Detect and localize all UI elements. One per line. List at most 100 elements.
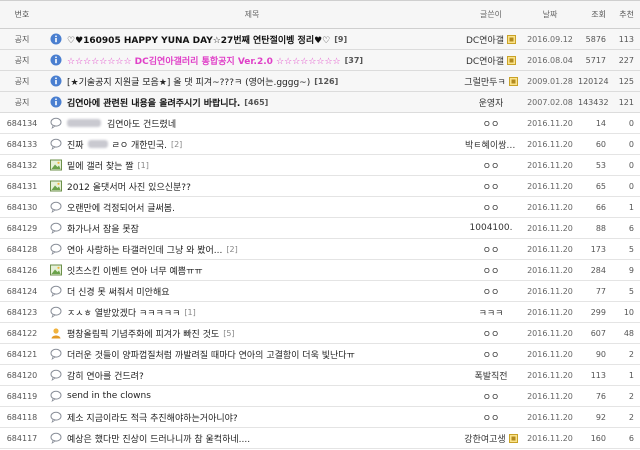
writer-nickname[interactable]: 1004100. xyxy=(470,223,513,233)
speech-bubble-icon xyxy=(50,201,62,213)
comment-count[interactable]: [126] xyxy=(314,77,338,86)
recommend-count: 227 xyxy=(618,55,634,65)
post-number: 684120 xyxy=(6,370,38,380)
writer-nickname[interactable]: 그럴만두ㅋ xyxy=(464,75,505,88)
post-title-link[interactable]: 김연아도 건드렸네 xyxy=(107,117,176,130)
gallog-icon[interactable] xyxy=(508,433,518,443)
post-title-link[interactable]: 더러운 것들이 양파껍질처럼 까발려질 때마다 연아의 고결함이 더욱 빛난다ㅠ xyxy=(67,348,355,361)
writer-nickname[interactable]: 박ㅌ혜이쌍년아 xyxy=(465,138,517,151)
view-count: 143432 xyxy=(578,97,609,107)
comment-count[interactable]: [2] xyxy=(226,245,237,254)
writer-nickname[interactable]: ㅋㅋㅋ xyxy=(479,306,504,319)
recommend-count: 5 xyxy=(628,286,634,296)
writer-cell: 박ㅌ혜이쌍년아 xyxy=(460,138,522,151)
comment-count[interactable]: [465] xyxy=(244,98,268,107)
writer-nickname[interactable]: ㅇㅇ xyxy=(483,117,500,130)
comment-count[interactable]: [1] xyxy=(184,308,195,317)
writer-nickname[interactable]: ㅇㅇ xyxy=(483,327,500,340)
post-date: 2016.11.20 xyxy=(527,391,573,401)
writer-nickname[interactable]: ㅇㅇ xyxy=(483,348,500,361)
writer-nickname[interactable]: DC연아갤 xyxy=(466,54,504,67)
info-icon xyxy=(50,33,62,45)
writer-nickname[interactable]: 운영자 xyxy=(479,96,504,109)
header-number: 번호 xyxy=(14,10,30,19)
gallog-icon[interactable] xyxy=(507,55,517,65)
post-title-link[interactable]: ㅈㅅㅎ 열받았겠다 ㅋㅋㅋㅋㅋ xyxy=(67,306,180,319)
post-title-link[interactable]: ♡♥160905 HAPPY YUNA DAY☆27번째 연탄절이벵 정리♥♡ xyxy=(67,33,330,46)
recommend-count: 2 xyxy=(628,412,634,422)
table-row: 684134 김연아도 건드렸네 ㅇㅇ 2016.11.20 14 0 xyxy=(0,113,640,134)
speech-bubble-icon xyxy=(50,243,62,255)
writer-nickname[interactable]: ㅇㅇ xyxy=(483,180,500,193)
post-title-link[interactable]: 연아 사랑하는 타갤러인데 그냥 와 봤어... xyxy=(67,243,222,256)
writer-nickname[interactable]: ㅇㅇ xyxy=(483,390,500,403)
writer-nickname[interactable]: ㅇㅇ xyxy=(483,201,500,214)
writer-cell: DC연아갤 xyxy=(460,33,522,46)
post-title-link[interactable]: 밑에 갤러 찾는 짤 xyxy=(67,159,134,172)
post-date: 2016.11.20 xyxy=(527,223,573,233)
blurred-text xyxy=(87,140,108,148)
comment-count[interactable]: [37] xyxy=(345,56,363,65)
header-title: 제목 xyxy=(244,10,260,19)
writer-nickname[interactable]: DC연아갤 xyxy=(466,33,504,46)
post-date: 2016.11.20 xyxy=(527,412,573,422)
post-title-link[interactable]: send in the clowns xyxy=(67,391,151,401)
post-number: 684131 xyxy=(6,181,38,191)
writer-cell: ㅇㅇ xyxy=(460,390,522,403)
comment-count[interactable]: [9] xyxy=(334,35,347,44)
writer-nickname[interactable]: ㅇㅇ xyxy=(483,285,500,298)
writer-nickname[interactable]: ㅇㅇ xyxy=(483,264,500,277)
post-title-cell: 더 신경 못 써줘서 미안해요 xyxy=(44,285,460,298)
speech-bubble-icon xyxy=(50,369,62,381)
post-title-link[interactable]: 김연아에 관련된 내용을 올려주시기 바랍니다. xyxy=(67,96,240,109)
post-title-link[interactable]: 제소 지금이라도 적극 추진해야하는거아니야? xyxy=(67,411,238,424)
comment-count[interactable]: [2] xyxy=(171,140,182,149)
post-title-link[interactable]: 더 신경 못 써줘서 미안해요 xyxy=(67,285,170,298)
post-title-link[interactable]: 잇츠스킨 이벤트 연아 너무 예쁨ㅠㅠ xyxy=(67,264,203,277)
notice-row: 공지 김연아에 관련된 내용을 올려주시기 바랍니다. [465] 운영자 2007.0… xyxy=(0,92,640,113)
info-icon xyxy=(50,96,62,108)
post-title-link[interactable]: ㄹㅇ 개한민국. xyxy=(112,138,167,151)
post-number: 684130 xyxy=(6,202,38,212)
post-title-link[interactable]: 평창올림픽 기념주화에 피겨가 빠진 것도 xyxy=(67,327,219,340)
post-title-link[interactable]: 진짜 xyxy=(67,138,84,151)
post-number: 684117 xyxy=(6,433,38,443)
post-title-cell: 화가나서 잠을 못잠 xyxy=(44,222,460,235)
comment-count[interactable]: [5] xyxy=(223,329,234,338)
post-title-link[interactable]: [★기술공지 지원글 모음★] 올 댓 피겨~???ㅋ (영어는.gggg~) xyxy=(67,75,310,88)
view-count: 60 xyxy=(595,139,606,149)
post-date: 2009.01.28 xyxy=(527,76,573,86)
post-title-cell: ㅈㅅㅎ 열받았겠다 ㅋㅋㅋㅋㅋ [1] xyxy=(44,306,460,319)
writer-nickname[interactable]: 폭발직전 xyxy=(474,369,507,382)
table-header: 번호 제목 글쓴이 날짜 조회 추천 xyxy=(0,0,640,29)
writer-nickname[interactable]: ㅇㅇ xyxy=(483,159,500,172)
info-icon xyxy=(50,75,62,87)
gallog-icon[interactable] xyxy=(507,34,517,44)
writer-cell: ㅇㅇ xyxy=(460,243,522,256)
post-title-link[interactable]: ☆☆☆☆☆☆☆☆ DC김연아갤러리 통합공지 Ver.2.0 ☆☆☆☆☆☆☆☆ xyxy=(67,54,341,67)
writer-nickname[interactable]: ㅇㅇ xyxy=(483,411,500,424)
post-title-link[interactable]: 감히 연아를 건드려? xyxy=(67,369,144,382)
post-date: 2016.11.20 xyxy=(527,160,573,170)
gallog-icon[interactable] xyxy=(508,76,518,86)
recommend-count: 121 xyxy=(618,97,634,107)
post-title-link[interactable]: 2012 올댓서머 사진 있으신분?? xyxy=(67,180,191,193)
speech-bubble-icon xyxy=(50,117,62,129)
header-writer: 글쓴이 xyxy=(479,10,503,19)
recommend-count: 0 xyxy=(628,139,634,149)
comment-count[interactable]: [1] xyxy=(138,161,149,170)
post-title-link[interactable]: 예상은 했다만 진상이 드러나니까 참 울컥하네.... xyxy=(67,432,250,445)
post-title-link[interactable]: 화가나서 잠을 못잠 xyxy=(67,222,139,235)
writer-cell: ㅇㅇ xyxy=(460,264,522,277)
post-date: 2016.11.20 xyxy=(527,202,573,212)
writer-nickname[interactable]: ㅇㅇ xyxy=(483,243,500,256)
speech-bubble-icon xyxy=(50,411,62,423)
view-count: 92 xyxy=(595,412,606,422)
post-number: 684128 xyxy=(6,244,38,254)
notice-label: 공지 xyxy=(14,76,30,86)
table-row: 684123 ㅈㅅㅎ 열받았겠다 ㅋㅋㅋㅋㅋ [1] ㅋㅋㅋ 2016.11.20 299… xyxy=(0,302,640,323)
writer-nickname[interactable]: 강한여고생 xyxy=(464,432,505,445)
view-count: 14 xyxy=(595,118,606,128)
post-title-cell: ☆☆☆☆☆☆☆☆ DC김연아갤러리 통합공지 Ver.2.0 ☆☆☆☆☆☆☆☆ [… xyxy=(44,54,460,67)
post-title-link[interactable]: 오랜만에 걱정되어서 글써봄. xyxy=(67,201,175,214)
